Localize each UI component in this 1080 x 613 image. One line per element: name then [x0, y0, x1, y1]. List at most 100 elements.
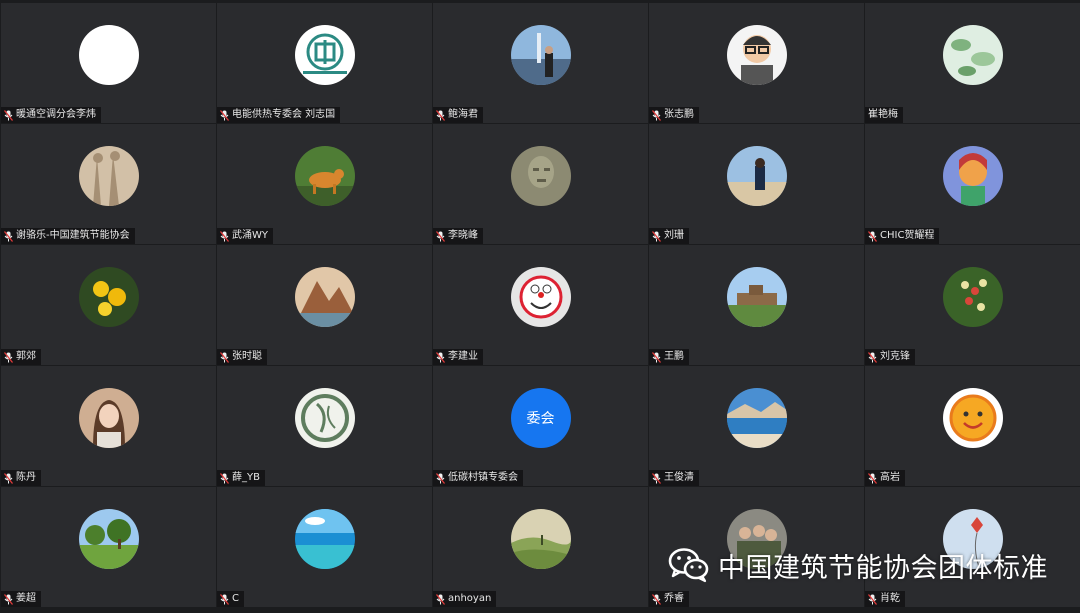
wechat-icon [668, 547, 710, 583]
mic-muted-icon [436, 472, 445, 484]
participant-tile[interactable]: 刘珊 [649, 124, 864, 244]
mic-muted-icon [4, 230, 13, 242]
participant-avatar [726, 388, 787, 448]
participant-name: C [232, 593, 239, 604]
mic-muted-icon [868, 351, 877, 363]
participant-tile[interactable]: 李晓峰 [433, 124, 648, 244]
participant-tile[interactable]: 王俊清 [649, 366, 864, 486]
participant-name-tag: 武涌WY [217, 228, 273, 244]
mic-muted-icon [4, 351, 13, 363]
participant-tile[interactable]: 张志鹏 [649, 3, 864, 123]
participant-gallery: 暖通空调分会李炜 电能供热专委会 刘志国 鲍海君 张志鹏 崔艳梅谢骆乐-中国建筑节能协会… [0, 3, 1080, 611]
mic-muted-icon [220, 593, 229, 605]
participant-tile[interactable]: anhoyan [433, 487, 648, 607]
participant-tile[interactable]: 崔艳梅 [865, 3, 1080, 123]
participant-name-tag: 肖乾 [865, 591, 905, 607]
participant-name: 低碳村镇专委会 [448, 472, 518, 483]
participant-name: 王鹏 [664, 351, 684, 362]
participant-avatar [294, 146, 355, 206]
participant-name-tag: 乔睿 [649, 591, 689, 607]
participant-name: 谢骆乐-中国建筑节能协会 [16, 230, 130, 241]
participant-tile[interactable]: 郭郊 [1, 245, 216, 365]
participant-name: 鲍海君 [448, 109, 478, 120]
participant-name: 肖乾 [880, 593, 900, 604]
mic-muted-icon [652, 593, 661, 605]
participant-name-tag: 王俊清 [649, 470, 699, 486]
participant-tile[interactable]: 高岩 [865, 366, 1080, 486]
participant-name-tag: 姜超 [1, 591, 41, 607]
participant-name: 暖通空调分会李炜 [16, 109, 96, 120]
participant-tile[interactable]: 武涌WY [217, 124, 432, 244]
participant-name: 张时聪 [232, 351, 262, 362]
participant-tile[interactable]: 王鹏 [649, 245, 864, 365]
participant-avatar [942, 267, 1003, 327]
participant-avatar [726, 267, 787, 327]
participant-name: 崔艳梅 [868, 109, 898, 120]
participant-name: CHIC贺耀程 [880, 230, 935, 241]
participant-tile[interactable]: 委会低碳村镇专委会 [433, 366, 648, 486]
participant-avatar [78, 267, 139, 327]
participant-tile[interactable]: 电能供热专委会 刘志国 [217, 3, 432, 123]
mic-muted-icon [220, 230, 229, 242]
mic-muted-icon [868, 472, 877, 484]
participant-avatar [510, 146, 571, 206]
participant-name: 郭郊 [16, 351, 36, 362]
participant-name-tag: anhoyan [433, 591, 497, 607]
participant-name: 武涌WY [232, 230, 268, 241]
mic-muted-icon [436, 230, 445, 242]
participant-name: 乔睿 [664, 593, 684, 604]
participant-tile[interactable]: C [217, 487, 432, 607]
participant-text-avatar: 委会 [510, 388, 571, 448]
participant-name-tag: 郭郊 [1, 349, 41, 365]
mic-muted-icon [220, 351, 229, 363]
participant-name-tag: 高岩 [865, 470, 905, 486]
mic-muted-icon [220, 472, 229, 484]
participant-tile[interactable]: 张时聪 [217, 245, 432, 365]
participant-avatar [78, 509, 139, 569]
participant-tile[interactable]: 谢骆乐-中国建筑节能协会 [1, 124, 216, 244]
participant-name-tag: 薛_YB [217, 470, 265, 486]
participant-name: 陈丹 [16, 472, 36, 483]
mic-muted-icon [652, 230, 661, 242]
participant-name: 电能供热专委会 刘志国 [232, 109, 336, 120]
participant-tile[interactable]: 刘克锋 [865, 245, 1080, 365]
participant-tile[interactable]: 李建业 [433, 245, 648, 365]
mic-muted-icon [652, 472, 661, 484]
participant-avatar [510, 509, 571, 569]
mic-muted-icon [4, 593, 13, 605]
watermark-text: 中国建筑节能协会团体标准 [718, 552, 1048, 584]
participant-name-tag: 李建业 [433, 349, 483, 365]
participant-avatar [942, 388, 1003, 448]
participant-avatar [294, 25, 355, 85]
participant-tile[interactable]: 暖通空调分会李炜 [1, 3, 216, 123]
participant-avatar [294, 267, 355, 327]
participant-name-tag: 陈丹 [1, 470, 41, 486]
participant-name-tag: 刘珊 [649, 228, 689, 244]
participant-avatar [726, 25, 787, 85]
participant-name-tag: 电能供热专委会 刘志国 [217, 107, 341, 123]
participant-name-tag: 鲍海君 [433, 107, 483, 123]
participant-name-tag: 刘克锋 [865, 349, 915, 365]
mic-muted-icon [220, 109, 229, 121]
participant-tile[interactable]: 陈丹 [1, 366, 216, 486]
mic-muted-icon [4, 109, 13, 121]
participant-tile[interactable]: 薛_YB [217, 366, 432, 486]
participant-tile[interactable]: CHIC贺耀程 [865, 124, 1080, 244]
participant-name: 高岩 [880, 472, 900, 483]
participant-avatar [78, 146, 139, 206]
participant-name: anhoyan [448, 593, 492, 604]
participant-tile[interactable]: 姜超 [1, 487, 216, 607]
participant-avatar [510, 25, 571, 85]
participant-name-tag: 崔艳梅 [865, 107, 903, 123]
participant-name: 刘珊 [664, 230, 684, 241]
participant-name: 姜超 [16, 593, 36, 604]
participant-tile[interactable]: 鲍海君 [433, 3, 648, 123]
participant-name: 李晓峰 [448, 230, 478, 241]
participant-name-tag: 张志鹏 [649, 107, 699, 123]
participant-avatar [942, 146, 1003, 206]
participant-name: 张志鹏 [664, 109, 694, 120]
participant-name-tag: 低碳村镇专委会 [433, 470, 523, 486]
meeting-window: 暖通空调分会李炜 电能供热专委会 刘志国 鲍海君 张志鹏 崔艳梅谢骆乐-中国建筑节能协会… [0, 0, 1080, 613]
mic-muted-icon [436, 109, 445, 121]
participant-name: 王俊清 [664, 472, 694, 483]
